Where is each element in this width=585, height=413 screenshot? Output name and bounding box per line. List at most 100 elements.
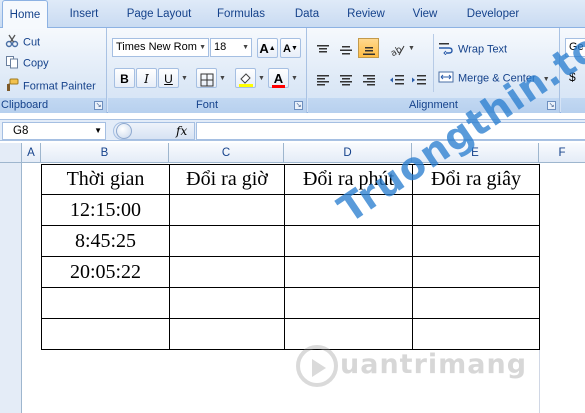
header-cell-minutes[interactable]: Đổi ra phút xyxy=(284,164,413,195)
align-middle-button[interactable] xyxy=(335,38,356,58)
chevron-down-icon[interactable]: ▼ xyxy=(219,75,226,82)
table-cell[interactable] xyxy=(412,287,540,319)
text-orientation-icon: ab xyxy=(389,42,405,59)
ribbon-tab-bar: Home Insert Page Layout Formulas Data Re… xyxy=(0,0,585,29)
font-dialog-launcher[interactable]: ↘ xyxy=(294,101,303,110)
formula-input[interactable] xyxy=(196,122,585,140)
grow-font-button[interactable]: A▲ xyxy=(257,38,278,58)
number-format-combo[interactable]: Ge xyxy=(565,38,585,57)
increase-indent-icon xyxy=(411,72,427,86)
table-cell[interactable] xyxy=(169,287,285,319)
tab-data[interactable]: Data xyxy=(285,0,329,28)
tab-home[interactable]: Home xyxy=(2,0,48,29)
chevron-down-icon[interactable]: ▼ xyxy=(291,75,298,82)
table-cell[interactable]: 12:15:00 xyxy=(41,194,170,226)
formula-bar: G8 ▼ fx xyxy=(0,119,585,141)
table-cell[interactable] xyxy=(41,287,170,319)
copy-label: Copy xyxy=(23,57,49,70)
table-cell[interactable] xyxy=(169,318,285,350)
align-middle-icon xyxy=(339,42,353,56)
name-box[interactable]: G8 ▼ xyxy=(2,122,106,140)
table-cell[interactable]: 8:45:25 xyxy=(41,225,170,257)
table-cell[interactable] xyxy=(169,256,285,288)
table-cell[interactable] xyxy=(284,318,413,350)
table-cell[interactable] xyxy=(412,256,540,288)
insert-function-button[interactable]: fx xyxy=(176,122,187,140)
align-right-icon xyxy=(362,72,376,86)
cut-button[interactable]: Cut xyxy=(5,34,40,51)
chevron-down-icon[interactable]: ▼ xyxy=(258,75,265,82)
bold-button[interactable]: B xyxy=(114,68,135,88)
tab-page-layout[interactable]: Page Layout xyxy=(120,0,198,28)
scissors-icon xyxy=(5,34,19,51)
italic-button[interactable]: I xyxy=(136,68,157,88)
table-cell[interactable] xyxy=(284,256,413,288)
table-cell[interactable] xyxy=(412,318,540,350)
column-header-d[interactable]: D xyxy=(284,143,412,163)
align-top-button[interactable] xyxy=(312,38,333,58)
font-group-label: Font xyxy=(108,98,306,113)
column-header-c[interactable]: C xyxy=(169,143,284,163)
clipboard-group-label: Clipboard xyxy=(0,98,106,113)
align-right-button[interactable] xyxy=(358,68,379,88)
alignment-dialog-launcher[interactable]: ↘ xyxy=(547,101,556,110)
align-left-button[interactable] xyxy=(312,68,333,88)
tab-developer[interactable]: Developer xyxy=(458,0,528,28)
header-cell-hours[interactable]: Đổi ra giờ xyxy=(169,164,285,195)
clipboard-dialog-launcher[interactable]: ↘ xyxy=(94,101,103,110)
table-cell[interactable]: 20:05:22 xyxy=(41,256,170,288)
align-bottom-button[interactable] xyxy=(358,38,379,58)
chevron-down-icon: ▼ xyxy=(199,44,206,51)
align-center-button[interactable] xyxy=(335,68,356,88)
shrink-font-button[interactable]: A▼ xyxy=(280,38,301,58)
number-group: Ge $ xyxy=(561,28,585,113)
wrap-text-button[interactable]: Wrap Text xyxy=(438,41,507,58)
merge-center-button[interactable]: Merge & Center ▼ xyxy=(438,70,550,87)
expand-handle-icon[interactable] xyxy=(116,123,132,139)
table-cell[interactable] xyxy=(284,225,413,257)
chevron-down-icon[interactable]: ▼ xyxy=(408,45,415,52)
column-header-b[interactable]: B xyxy=(41,143,169,163)
copy-button[interactable]: Copy xyxy=(5,55,49,72)
currency-button[interactable]: $ xyxy=(569,70,576,84)
font-color-button[interactable]: A xyxy=(268,68,289,88)
table-cell[interactable] xyxy=(412,194,540,226)
header-cell-seconds[interactable]: Đổi ra giây xyxy=(412,164,540,195)
tab-review[interactable]: Review xyxy=(339,0,393,28)
table-cell[interactable] xyxy=(284,194,413,226)
table-cell[interactable] xyxy=(284,287,413,319)
table-row xyxy=(41,287,540,319)
underline-button[interactable]: U xyxy=(158,68,179,88)
column-header-a[interactable]: A xyxy=(22,143,41,163)
column-header-f[interactable]: F xyxy=(539,143,585,163)
select-all-corner[interactable] xyxy=(0,143,22,163)
table-cell[interactable] xyxy=(412,225,540,257)
chevron-down-icon: ▼ xyxy=(542,76,550,84)
font-name-combo[interactable]: Times New Rom ▼ xyxy=(112,38,209,57)
table-row: 12:15:00 xyxy=(41,194,540,226)
orientation-button[interactable]: ab xyxy=(386,38,407,59)
column-a-cells[interactable] xyxy=(22,163,41,413)
chevron-down-icon[interactable]: ▼ xyxy=(181,75,188,82)
font-size-combo[interactable]: 18 ▼ xyxy=(210,38,252,57)
fill-color-button[interactable] xyxy=(235,68,256,88)
tab-view[interactable]: View xyxy=(403,0,447,28)
table-cell[interactable] xyxy=(41,318,170,350)
decrease-indent-icon xyxy=(389,72,405,86)
shrink-font-letter: A xyxy=(283,43,291,55)
increase-indent-button[interactable] xyxy=(408,68,429,88)
borders-button[interactable] xyxy=(196,68,217,88)
wrap-text-icon xyxy=(438,41,454,58)
header-cell-time[interactable]: Thời gian xyxy=(41,164,170,195)
paintbrush-icon xyxy=(5,78,19,95)
decrease-indent-button[interactable] xyxy=(386,68,407,88)
table-cell[interactable] xyxy=(169,194,285,226)
format-painter-button[interactable]: Format Painter xyxy=(5,78,96,95)
cut-label: Cut xyxy=(23,36,41,49)
tab-formulas[interactable]: Formulas xyxy=(208,0,274,28)
clipboard-group: Cut Copy Format Painter Clipboard ↘ xyxy=(0,28,107,113)
tab-insert[interactable]: Insert xyxy=(60,0,108,28)
paint-bucket-icon xyxy=(238,72,254,87)
column-header-e[interactable]: E xyxy=(412,143,539,163)
table-cell[interactable] xyxy=(169,225,285,257)
